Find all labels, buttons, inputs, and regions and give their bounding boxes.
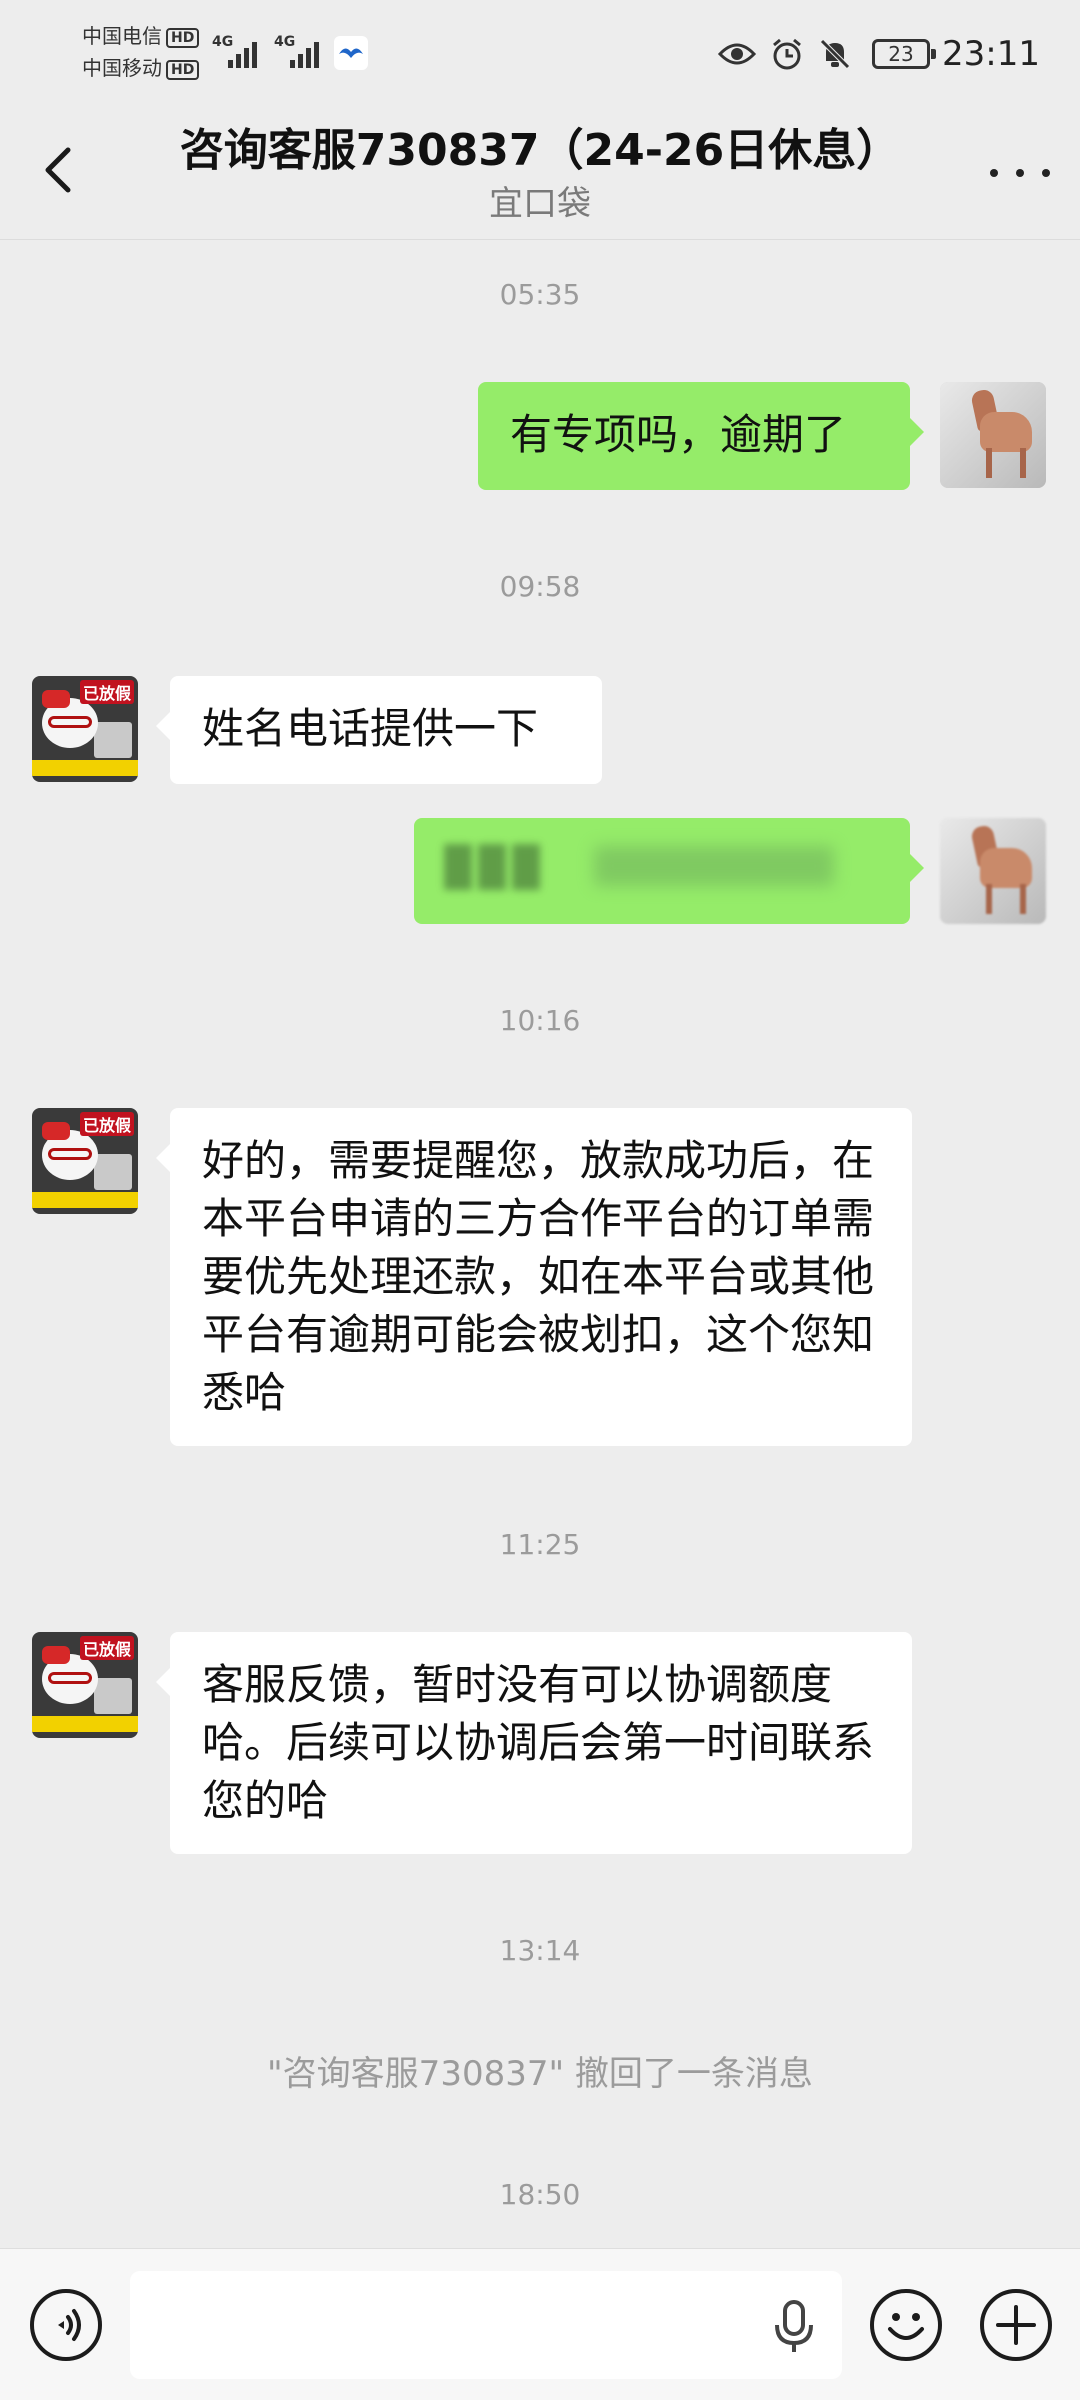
mute-bell-icon bbox=[818, 37, 852, 71]
input-bar bbox=[0, 2248, 1080, 2400]
chevron-left-icon bbox=[45, 147, 71, 193]
incoming-message[interactable]: 客服反馈，暂时没有可以协调额度哈。后续可以协调后会第一时间联系您的哈 bbox=[156, 1632, 912, 1854]
eye-icon bbox=[718, 40, 757, 68]
redacted-name bbox=[444, 844, 546, 894]
mic-button[interactable] bbox=[770, 2299, 818, 2355]
emoji-button[interactable] bbox=[870, 2289, 942, 2361]
timestamp: 10:16 bbox=[499, 1004, 581, 1037]
timestamp: 05:35 bbox=[499, 278, 581, 311]
hd-badge-1: HD bbox=[166, 27, 200, 48]
alarm-icon bbox=[770, 37, 804, 71]
agent-avatar[interactable]: 已放假 bbox=[32, 1632, 138, 1738]
timestamp: 11:25 bbox=[499, 1528, 581, 1561]
outgoing-message-redacted[interactable] bbox=[414, 818, 924, 924]
hd-badge-2: HD bbox=[166, 59, 200, 80]
microphone-icon bbox=[775, 2300, 813, 2352]
recall-notice: "咨询客服730837" 撤回了一条消息 bbox=[267, 2054, 813, 2094]
timestamp: 13:14 bbox=[499, 1934, 581, 1967]
carrier-1-name: 中国电信 bbox=[82, 24, 162, 48]
back-button[interactable] bbox=[34, 138, 84, 202]
voice-toggle-button[interactable] bbox=[30, 2289, 102, 2361]
chat-subtitle: 宜口袋 bbox=[489, 184, 591, 224]
chat-title: 咨询客服730837（24-26日休息） bbox=[179, 125, 901, 176]
status-icons: 23 23:11 bbox=[704, 28, 1040, 80]
carrier-2: 中国移动 HD bbox=[82, 56, 200, 80]
timestamp: 18:50 bbox=[499, 2178, 581, 2211]
avatar-tag: 已放假 bbox=[79, 1636, 134, 1660]
carrier-2-name: 中国移动 bbox=[82, 56, 162, 80]
agent-avatar[interactable]: 已放假 bbox=[32, 676, 138, 782]
incoming-message[interactable]: 好的，需要提醒您，放款成功后，在本平台申请的三方合作平台的订单需要优先处理还款，… bbox=[156, 1108, 912, 1446]
outgoing-message[interactable]: 有专项吗，逾期了 bbox=[478, 382, 924, 490]
chat-header: 咨询客服730837（24-26日休息） 宜口袋 bbox=[0, 110, 1080, 240]
carrier-1: 中国电信 HD bbox=[82, 24, 200, 48]
incoming-message[interactable]: 姓名电话提供一下 bbox=[156, 676, 602, 784]
signal-icon-2: 4G bbox=[274, 34, 332, 68]
user-avatar[interactable] bbox=[940, 818, 1046, 924]
agent-avatar[interactable]: 已放假 bbox=[32, 1108, 138, 1214]
plus-icon bbox=[996, 2305, 1036, 2345]
app-notification-icon bbox=[334, 36, 368, 70]
emoji-icon bbox=[888, 2313, 924, 2340]
clock: 23:11 bbox=[942, 34, 1040, 74]
user-avatar[interactable] bbox=[940, 382, 1046, 488]
more-dots-icon bbox=[990, 169, 998, 177]
status-bar: 中国电信 HD 中国移动 HD 4G 4G 23 23:11 bbox=[0, 0, 1080, 110]
avatar-tag: 已放假 bbox=[79, 680, 134, 704]
more-button[interactable] bbox=[990, 158, 1050, 188]
avatar-tag: 已放假 bbox=[79, 1112, 134, 1136]
timestamp: 09:58 bbox=[499, 570, 581, 603]
voice-icon bbox=[58, 2309, 81, 2341]
battery-icon: 23 bbox=[872, 39, 937, 69]
redacted-phone bbox=[594, 846, 834, 886]
chat-title-block: 咨询客服730837（24-26日休息） 宜口袋 bbox=[120, 116, 960, 222]
message-input[interactable] bbox=[130, 2271, 842, 2379]
signal-icon-1: 4G bbox=[212, 34, 270, 68]
more-functions-button[interactable] bbox=[980, 2289, 1052, 2361]
